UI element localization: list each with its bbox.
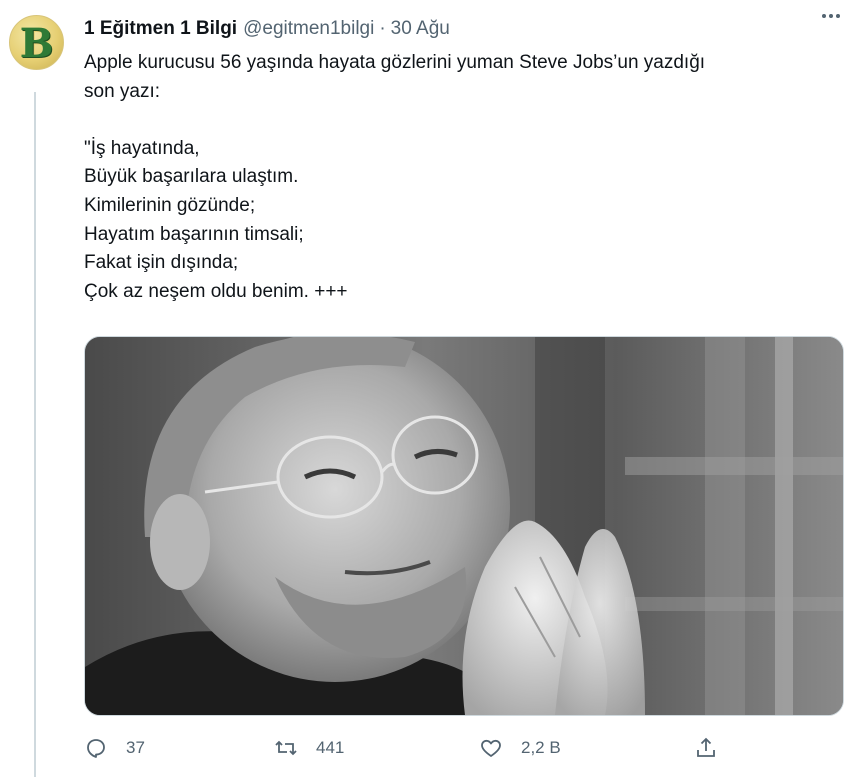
separator-dot: · xyxy=(379,18,386,39)
share-button[interactable] xyxy=(694,734,718,762)
thread-line xyxy=(34,92,36,777)
more-options-icon[interactable] xyxy=(822,14,840,18)
photo-illustration xyxy=(85,337,843,715)
retweet-icon xyxy=(275,740,297,756)
author-name[interactable]: 1 Eğitmen 1 Bilgi xyxy=(84,18,237,40)
avatar[interactable]: B xyxy=(9,15,64,70)
retweet-button[interactable]: 441 xyxy=(274,734,344,762)
tweet-text: Apple kurucusu 56 yaşında hayata gözleri… xyxy=(84,52,706,302)
tweet-photo[interactable] xyxy=(84,336,844,716)
like-button[interactable]: 2,2 B xyxy=(479,734,561,762)
reply-count: 37 xyxy=(126,738,145,757)
like-count: 2,2 B xyxy=(521,738,561,757)
author-handle[interactable]: @egitmen1bilgi xyxy=(243,18,374,40)
share-icon xyxy=(697,737,715,757)
tweet-actions: 37 441 2,2 B xyxy=(84,734,824,762)
retweet-count: 441 xyxy=(316,738,345,757)
avatar-letter: B xyxy=(19,19,54,67)
comment-bubble-icon xyxy=(87,739,105,758)
tweet-date[interactable]: 30 Ağu xyxy=(391,18,450,40)
heart-icon xyxy=(481,739,501,757)
reply-button[interactable]: 37 xyxy=(84,734,145,762)
tweet-header: 1 Eğitmen 1 Bilgi @egitmen1bilgi · 30 Ağ… xyxy=(84,15,842,43)
